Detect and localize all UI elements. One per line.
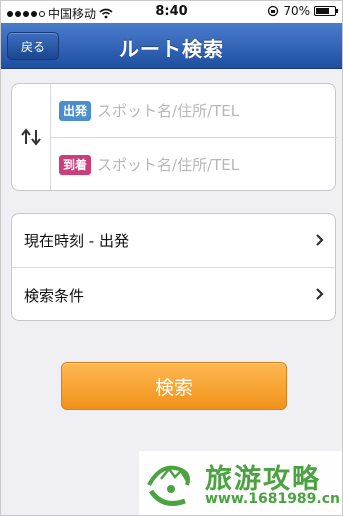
departure-tag: 出発 xyxy=(59,100,92,121)
arrival-tag: 到着 xyxy=(59,155,92,175)
battery-percent: 70% xyxy=(283,4,310,18)
status-right: 70% xyxy=(267,4,338,18)
battery-icon xyxy=(314,6,338,16)
page-title: ルート検索 xyxy=(119,37,224,61)
departure-input[interactable] xyxy=(97,101,318,120)
departure-row[interactable]: 出発 xyxy=(51,84,337,138)
departure-time-label: 現在時刻 - 出発 xyxy=(24,232,129,250)
search-conditions-row[interactable]: 検索条件 xyxy=(12,268,335,322)
arrival-input[interactable] xyxy=(97,156,318,174)
rotation-lock-icon xyxy=(268,5,279,17)
search-conditions-label: 検索条件 xyxy=(24,286,85,305)
watermark-url: www.1681989.cn xyxy=(205,491,340,507)
arrival-row[interactable]: 到着 xyxy=(51,138,337,192)
app-screen: 中国移动 8:40 70% 戻る ルート検索 出発 スポット名/住所/TEL 到… xyxy=(0,0,343,516)
options-card: 現在時刻 - 出発 検索条件 xyxy=(11,213,336,321)
watermark: 旅游攻略 www.1681989.cn xyxy=(139,451,342,515)
departure-time-row[interactable]: 現在時刻 - 出発 xyxy=(12,214,335,268)
route-card: 出発 到着 xyxy=(11,83,337,192)
swap-button[interactable] xyxy=(12,84,51,190)
status-bar: 中国移动 8:40 70% xyxy=(1,1,342,23)
watermark-logo xyxy=(147,465,190,506)
swap-icon xyxy=(21,128,41,146)
chevron-right-icon xyxy=(316,234,324,246)
nav-bar: 戻る ルート検索 xyxy=(1,23,342,69)
chevron-right-icon xyxy=(316,288,324,300)
search-button[interactable]: 検索 xyxy=(61,362,287,410)
